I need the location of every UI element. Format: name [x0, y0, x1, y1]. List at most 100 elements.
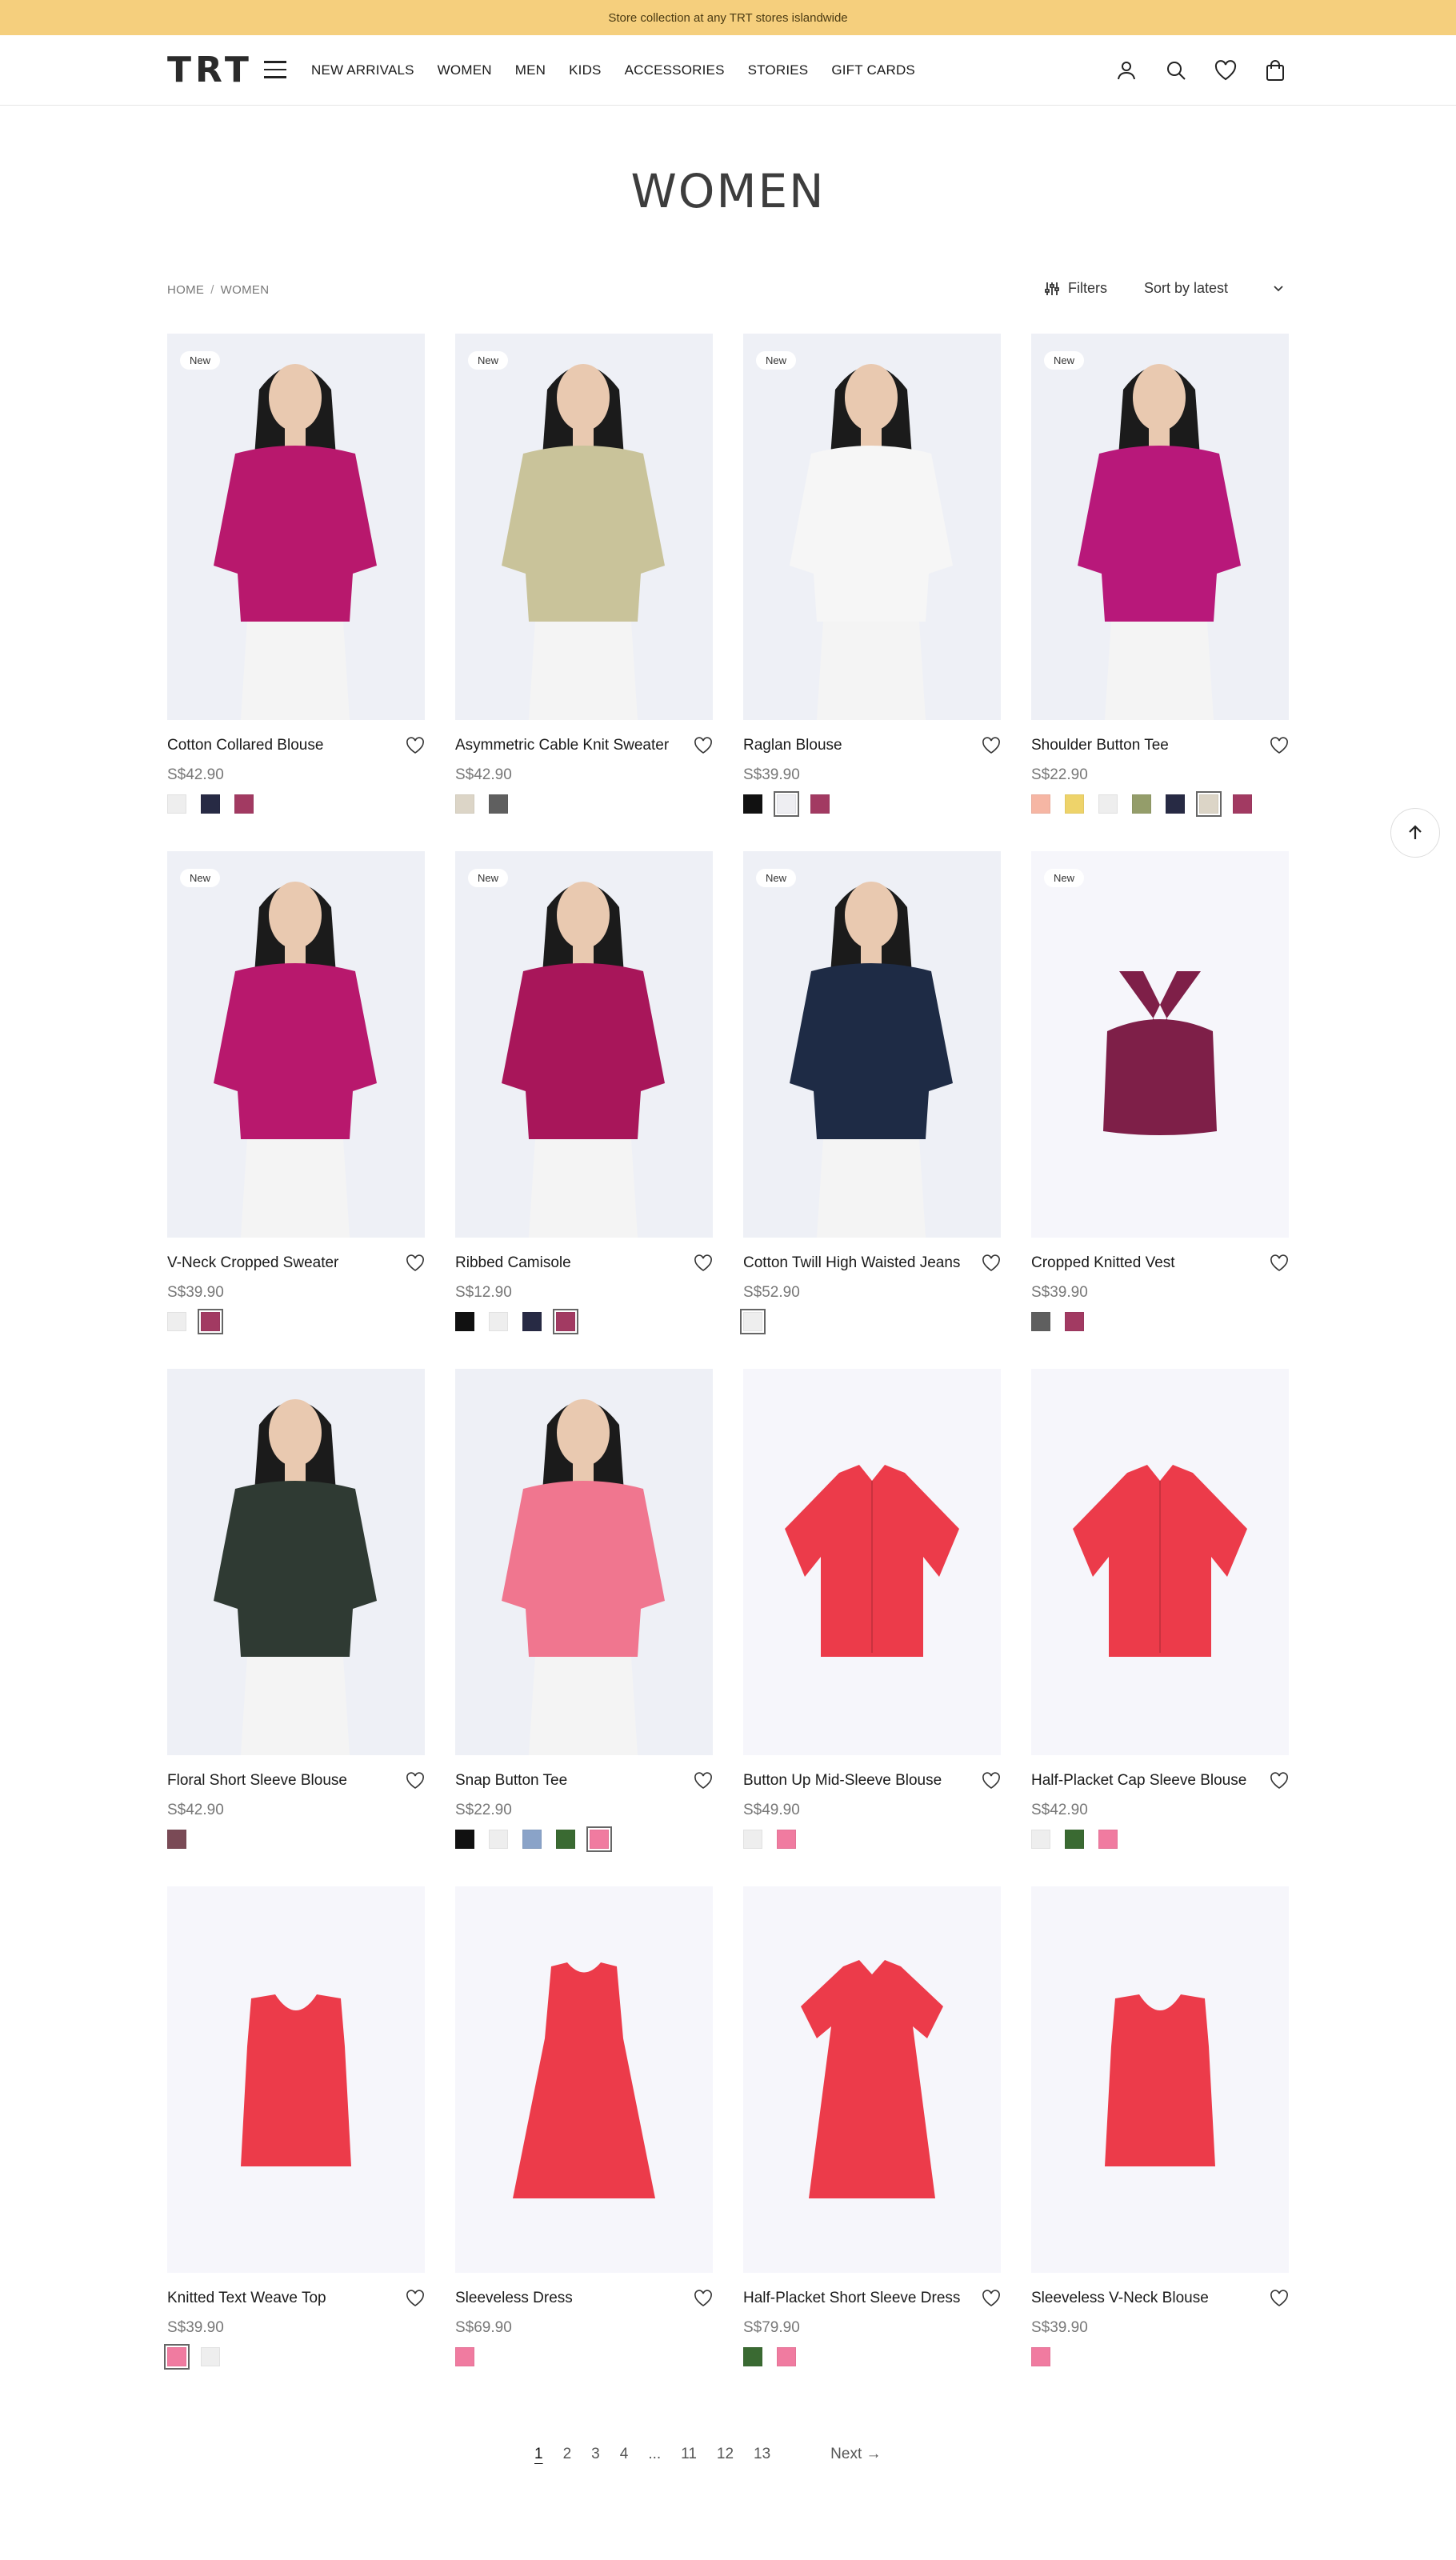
nav-kids[interactable]: KIDS [569, 62, 601, 78]
product-name[interactable]: Snap Button Tee [455, 1772, 567, 1790]
color-swatch[interactable] [1098, 1830, 1118, 1849]
product-name[interactable]: Cotton Twill High Waisted Jeans [743, 1254, 960, 1272]
product-image[interactable]: New [743, 851, 1001, 1238]
product-image[interactable] [1031, 1886, 1289, 2273]
nav-gift-cards[interactable]: GIFT CARDS [831, 62, 915, 78]
nav-new-arrivals[interactable]: NEW ARRIVALS [311, 62, 414, 78]
product-card[interactable]: Half-Placket Cap Sleeve Blouse S$42.90 [1031, 1369, 1289, 1886]
color-swatch[interactable] [743, 2347, 762, 2366]
color-swatch[interactable] [740, 1309, 766, 1334]
product-image[interactable]: New [1031, 334, 1289, 720]
product-name[interactable]: Cotton Collared Blouse [167, 737, 323, 754]
product-image[interactable] [455, 1369, 713, 1755]
color-swatch[interactable] [198, 1309, 223, 1334]
color-swatch[interactable] [586, 1826, 612, 1852]
heart-icon[interactable] [694, 1254, 713, 1272]
product-image[interactable]: New [743, 334, 1001, 720]
color-swatch[interactable] [777, 1830, 796, 1849]
color-swatch[interactable] [489, 1312, 508, 1331]
product-name[interactable]: Ribbed Camisole [455, 1254, 571, 1272]
color-swatch[interactable] [1065, 1312, 1084, 1331]
color-swatch[interactable] [1098, 794, 1118, 814]
color-swatch[interactable] [167, 1312, 186, 1331]
color-swatch[interactable] [810, 794, 830, 814]
cart-icon[interactable] [1262, 57, 1289, 84]
color-swatch[interactable] [1166, 794, 1185, 814]
color-swatch[interactable] [455, 2347, 474, 2366]
color-swatch[interactable] [743, 794, 762, 814]
color-swatch[interactable] [556, 1830, 575, 1849]
product-card[interactable]: New Asymmetric Cable Knit Sweater S$42.9… [455, 334, 713, 851]
heart-icon[interactable] [982, 737, 1001, 754]
product-name[interactable]: V-Neck Cropped Sweater [167, 1254, 338, 1272]
color-swatch[interactable] [201, 794, 220, 814]
color-swatch[interactable] [1196, 791, 1222, 817]
product-name[interactable]: Raglan Blouse [743, 737, 842, 754]
nav-men[interactable]: MEN [515, 62, 546, 78]
product-card[interactable]: Knitted Text Weave Top S$39.90 [164, 1886, 425, 2404]
product-name[interactable]: Asymmetric Cable Knit Sweater [455, 737, 669, 754]
heart-icon[interactable] [982, 1772, 1001, 1790]
menu-icon[interactable] [264, 61, 286, 80]
nav-accessories[interactable]: ACCESSORIES [625, 62, 725, 78]
product-card[interactable]: Sleeveless Dress S$69.90 [455, 1886, 713, 2404]
color-swatch[interactable] [234, 794, 254, 814]
color-swatch[interactable] [455, 794, 474, 814]
product-image[interactable] [743, 1369, 1001, 1755]
wishlist-icon[interactable] [1212, 57, 1239, 84]
page-link[interactable]: 2 [563, 2446, 572, 2463]
product-card[interactable]: New Cropped Knitted Vest S$39.90 [1031, 851, 1289, 1369]
color-swatch[interactable] [489, 794, 508, 814]
back-to-top-button[interactable] [1390, 808, 1440, 858]
color-swatch[interactable] [167, 1830, 186, 1849]
product-name[interactable]: Button Up Mid-Sleeve Blouse [743, 1772, 942, 1790]
color-swatch[interactable] [743, 1830, 762, 1849]
product-card[interactable]: New Shoulder Button Tee S$22.90 [1031, 334, 1289, 851]
product-card[interactable]: New V-Neck Cropped Sweater S$39.90 [167, 851, 425, 1369]
product-image[interactable]: New [455, 334, 713, 720]
product-name[interactable]: Half-Placket Short Sleeve Dress [743, 2290, 960, 2307]
product-card[interactable]: New Ribbed Camisole S$12.90 [455, 851, 713, 1369]
product-image[interactable]: New [167, 334, 425, 720]
color-swatch[interactable] [1065, 1830, 1084, 1849]
page-link[interactable]: 4 [620, 2446, 629, 2463]
product-name[interactable]: Sleeveless Dress [455, 2290, 573, 2307]
sort-dropdown[interactable]: Sort by latest [1144, 280, 1284, 297]
heart-icon[interactable] [406, 1254, 425, 1272]
account-icon[interactable] [1113, 57, 1140, 84]
product-name[interactable]: Sleeveless V-Neck Blouse [1031, 2290, 1209, 2307]
heart-icon[interactable] [1270, 737, 1289, 754]
product-image[interactable] [167, 1369, 425, 1755]
product-image[interactable]: New [1031, 851, 1289, 1238]
next-page-link[interactable]: Next → [830, 2446, 881, 2463]
product-card[interactable]: Sleeveless V-Neck Blouse S$39.90 [1031, 1886, 1289, 2404]
breadcrumb-home[interactable]: HOME [167, 283, 204, 297]
color-swatch[interactable] [522, 1312, 542, 1331]
color-swatch[interactable] [1031, 1312, 1050, 1331]
heart-icon[interactable] [694, 2290, 713, 2307]
color-swatch[interactable] [553, 1309, 578, 1334]
filters-button[interactable]: Filters [1044, 280, 1107, 297]
heart-icon[interactable] [694, 737, 713, 754]
color-swatch[interactable] [164, 2344, 190, 2370]
color-swatch[interactable] [455, 1830, 474, 1849]
product-card[interactable]: Button Up Mid-Sleeve Blouse S$49.90 [743, 1369, 1001, 1886]
page-link[interactable]: 12 [717, 2446, 734, 2463]
heart-icon[interactable] [406, 1772, 425, 1790]
color-swatch[interactable] [1233, 794, 1252, 814]
product-name[interactable]: Shoulder Button Tee [1031, 737, 1169, 754]
product-card[interactable]: New Raglan Blouse S$39.90 [743, 334, 1001, 851]
product-name[interactable]: Knitted Text Weave Top [167, 2290, 326, 2307]
heart-icon[interactable] [982, 1254, 1001, 1272]
product-card[interactable]: New Cotton Collared Blouse S$42.90 [167, 334, 425, 851]
color-swatch[interactable] [167, 794, 186, 814]
product-name[interactable]: Cropped Knitted Vest [1031, 1254, 1175, 1272]
color-swatch[interactable] [1031, 1830, 1050, 1849]
heart-icon[interactable] [1270, 1772, 1289, 1790]
color-swatch[interactable] [777, 2347, 796, 2366]
product-card[interactable]: New Cotton Twill High Waisted Jeans S$52… [740, 851, 1001, 1369]
product-image[interactable] [1031, 1369, 1289, 1755]
page-link[interactable]: 11 [681, 2446, 697, 2463]
heart-icon[interactable] [694, 1772, 713, 1790]
page-link[interactable]: 13 [754, 2446, 770, 2463]
